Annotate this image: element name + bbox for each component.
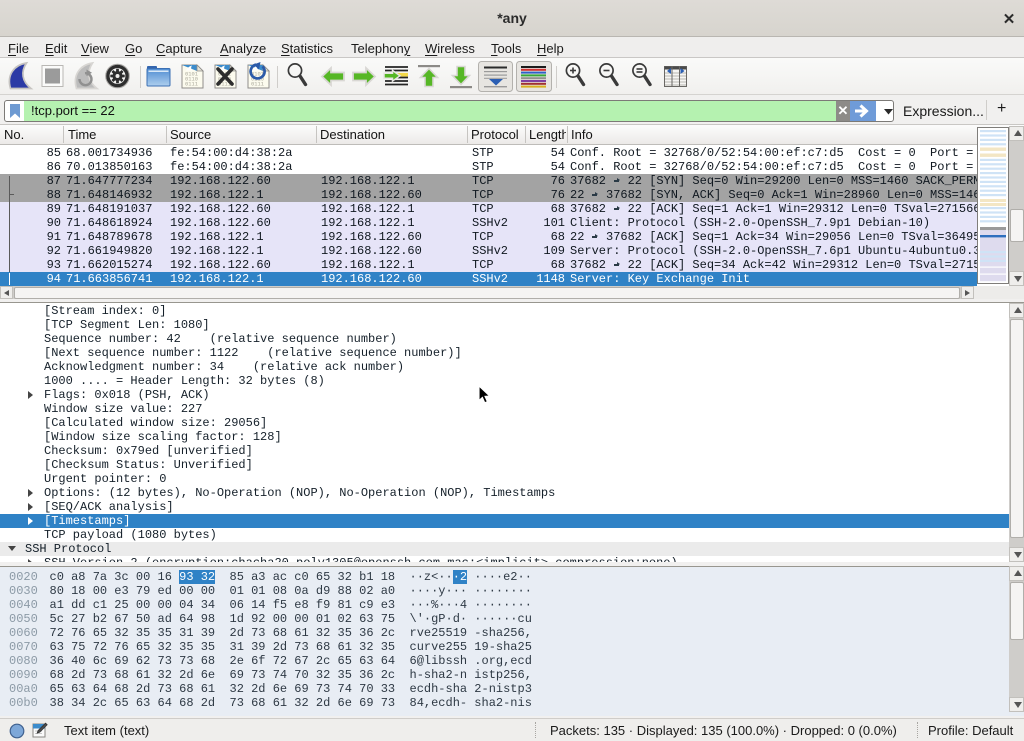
svg-text:0111: 0111 (185, 82, 198, 88)
